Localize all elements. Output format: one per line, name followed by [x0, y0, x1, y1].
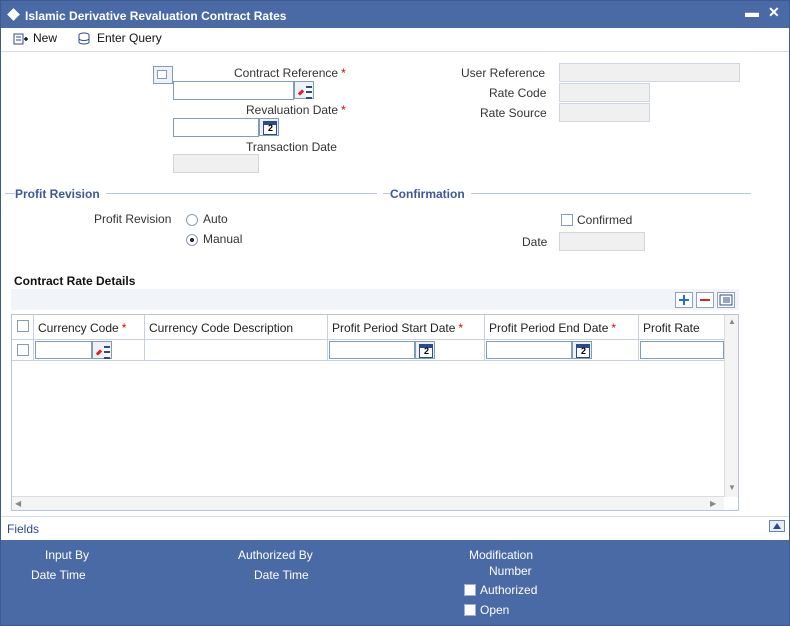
open-checkbox-label: Open	[480, 603, 510, 617]
select-all-header	[12, 315, 34, 340]
profit-revision-section-title: Profit Revision	[15, 187, 106, 201]
revaluation-date-label: Revaluation Date *	[246, 103, 346, 117]
scroll-left-arrow-icon[interactable]: ◀	[15, 499, 21, 508]
confirmed-checkbox[interactable]	[561, 214, 573, 226]
start-date-calendar-icon[interactable]: 2	[415, 341, 435, 359]
dialog-window: Islamic Derivative Revaluation Contract …	[0, 0, 790, 626]
contract-reference-label: Contract Reference *	[234, 66, 346, 80]
input-by-label: Input By	[45, 548, 90, 562]
col-currency-description: Currency Code Description	[145, 315, 328, 340]
contract-lookup-icon[interactable]	[153, 66, 173, 84]
window-diamond-icon	[7, 8, 20, 21]
single-view-button[interactable]	[717, 292, 735, 308]
minus-icon	[700, 299, 710, 301]
radio-auto[interactable]	[186, 214, 198, 226]
title-bar: Islamic Derivative Revaluation Contract …	[1, 1, 789, 28]
rate-source-field	[559, 103, 650, 122]
number-label: Number	[489, 564, 532, 578]
open-checkbox[interactable]	[464, 604, 476, 616]
new-icon	[13, 33, 28, 45]
radio-manual-label: Manual	[203, 232, 243, 246]
profit-rate-input[interactable]	[640, 341, 724, 359]
row-select-checkbox[interactable]	[17, 344, 29, 356]
transaction-date-field	[173, 154, 259, 173]
enter-query-label: Enter Query	[97, 31, 162, 45]
col-end-date: Profit Period End Date *	[485, 315, 639, 340]
rate-details-title: Contract Rate Details	[14, 274, 136, 288]
radio-manual[interactable]	[186, 234, 198, 246]
revaluation-date-input[interactable]	[173, 118, 259, 137]
confirmation-date-label: Date	[522, 235, 548, 249]
fields-link[interactable]: Fields	[7, 522, 39, 536]
cell-end-date: 2	[485, 340, 639, 361]
currency-code-lov-icon[interactable]	[92, 341, 112, 359]
scroll-down-arrow-icon[interactable]: ▼	[728, 483, 736, 492]
confirmation-section-title: Confirmation	[390, 187, 471, 201]
user-reference-label: User Reference	[461, 66, 546, 80]
query-icon	[78, 32, 90, 45]
enter-query-button[interactable]: Enter Query	[77, 31, 162, 46]
contract-reference-input[interactable]	[173, 81, 294, 100]
add-row-button[interactable]	[675, 292, 693, 308]
authorized-checkbox-label: Authorized	[480, 583, 538, 597]
new-label: New	[33, 31, 58, 45]
cell-currency-description	[145, 340, 328, 361]
list-view-icon	[719, 294, 733, 306]
audit-footer: Input By Date Time Authorized By Date Ti…	[1, 540, 789, 625]
transaction-date-label: Transaction Date	[246, 140, 337, 154]
cell-profit-rate	[639, 340, 724, 361]
scroll-up-arrow-icon[interactable]: ▲	[728, 317, 736, 326]
horizontal-scrollbar[interactable]: ◀ ▶	[12, 496, 724, 510]
rate-details-grid: Currency Code * Currency Code Description…	[11, 314, 739, 511]
scroll-right-arrow-icon[interactable]: ▶	[710, 499, 716, 508]
authorized-checkbox[interactable]	[464, 584, 476, 596]
start-date-input[interactable]	[329, 341, 415, 359]
collapse-up-icon[interactable]	[769, 520, 785, 532]
contract-reference-lov-icon[interactable]	[294, 81, 314, 99]
confirmed-label: Confirmed	[577, 213, 633, 227]
table-row	[12, 340, 34, 361]
delete-row-button[interactable]	[696, 292, 714, 308]
auth-date-time-label: Date Time	[254, 568, 309, 582]
end-date-input[interactable]	[486, 341, 572, 359]
new-button[interactable]: New	[13, 31, 57, 46]
modification-label: Modification	[469, 548, 534, 562]
grid-toolbar	[11, 289, 739, 310]
profit-revision-label: Profit Revision	[94, 212, 172, 226]
rate-code-label: Rate Code	[489, 86, 547, 100]
select-all-checkbox[interactable]	[17, 320, 29, 332]
fields-bar: Fields	[1, 516, 789, 540]
rate-code-field	[559, 83, 650, 102]
cell-start-date: 2	[328, 340, 485, 361]
rate-source-label: Rate Source	[480, 106, 547, 120]
window-title: Islamic Derivative Revaluation Contract …	[25, 9, 287, 23]
col-currency-code: Currency Code *	[34, 315, 145, 340]
cell-currency-code	[34, 340, 145, 361]
col-start-date: Profit Period Start Date *	[328, 315, 485, 340]
end-date-calendar-icon[interactable]: 2	[572, 341, 592, 359]
vertical-scrollbar[interactable]: ▲ ▼	[724, 315, 738, 497]
revaluation-date-calendar-icon[interactable]: 2	[259, 118, 279, 136]
authorized-by-label: Authorized By	[238, 548, 313, 562]
radio-auto-label: Auto	[203, 212, 228, 226]
confirmation-date-field	[559, 232, 645, 251]
toolbar: New Enter Query	[1, 28, 789, 52]
input-date-time-label: Date Time	[31, 568, 86, 582]
user-reference-field	[559, 63, 740, 82]
minimize-button[interactable]: ▬	[745, 4, 759, 20]
close-button[interactable]: ✕	[768, 4, 780, 21]
plus-icon	[679, 295, 689, 305]
currency-code-input[interactable]	[35, 341, 92, 359]
col-profit-rate: Profit Rate	[639, 315, 724, 340]
